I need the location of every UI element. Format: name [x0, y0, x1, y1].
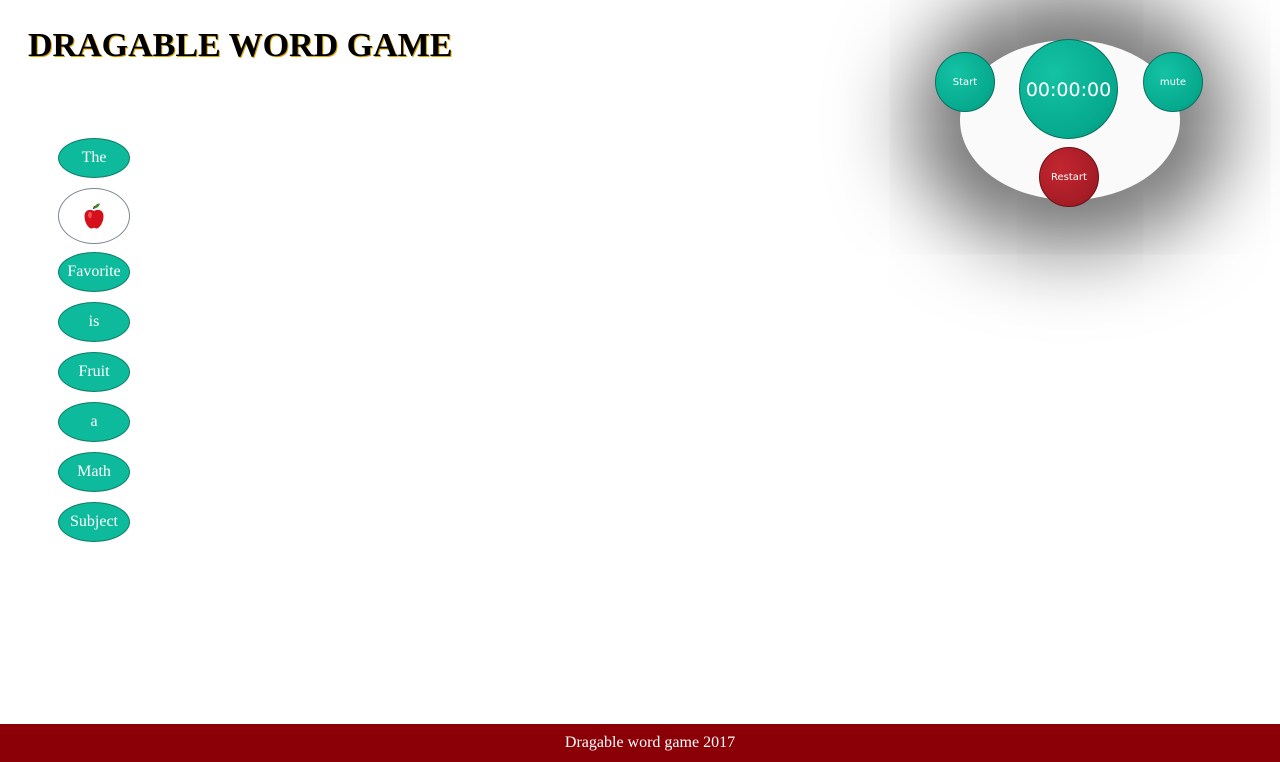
footer-text: Dragable word game 2017	[564, 734, 736, 751]
word-tile-is[interactable]: is	[58, 302, 130, 342]
word-tile-apple[interactable]	[58, 188, 130, 244]
word-tile-subject[interactable]: Subject	[58, 502, 130, 542]
word-tile-the[interactable]: The	[58, 138, 130, 178]
word-tile-a[interactable]: a	[58, 402, 130, 442]
restart-button[interactable]: Restart	[1039, 147, 1099, 207]
timer-value: 00:00:00	[1025, 79, 1112, 101]
word-tile-fruit[interactable]: Fruit	[58, 352, 130, 392]
page-title: DRAGABLE WORD GAME	[28, 27, 453, 64]
word-tile-favorite[interactable]: Favorite	[58, 252, 130, 292]
mute-button[interactable]: mute	[1143, 52, 1203, 112]
timer-display: 00:00:00	[1019, 39, 1118, 139]
apple-icon	[82, 202, 106, 230]
word-tile-math[interactable]: Math	[58, 452, 130, 492]
start-button[interactable]: Start	[935, 52, 995, 112]
footer: Dragable word game 2017	[0, 724, 1280, 762]
